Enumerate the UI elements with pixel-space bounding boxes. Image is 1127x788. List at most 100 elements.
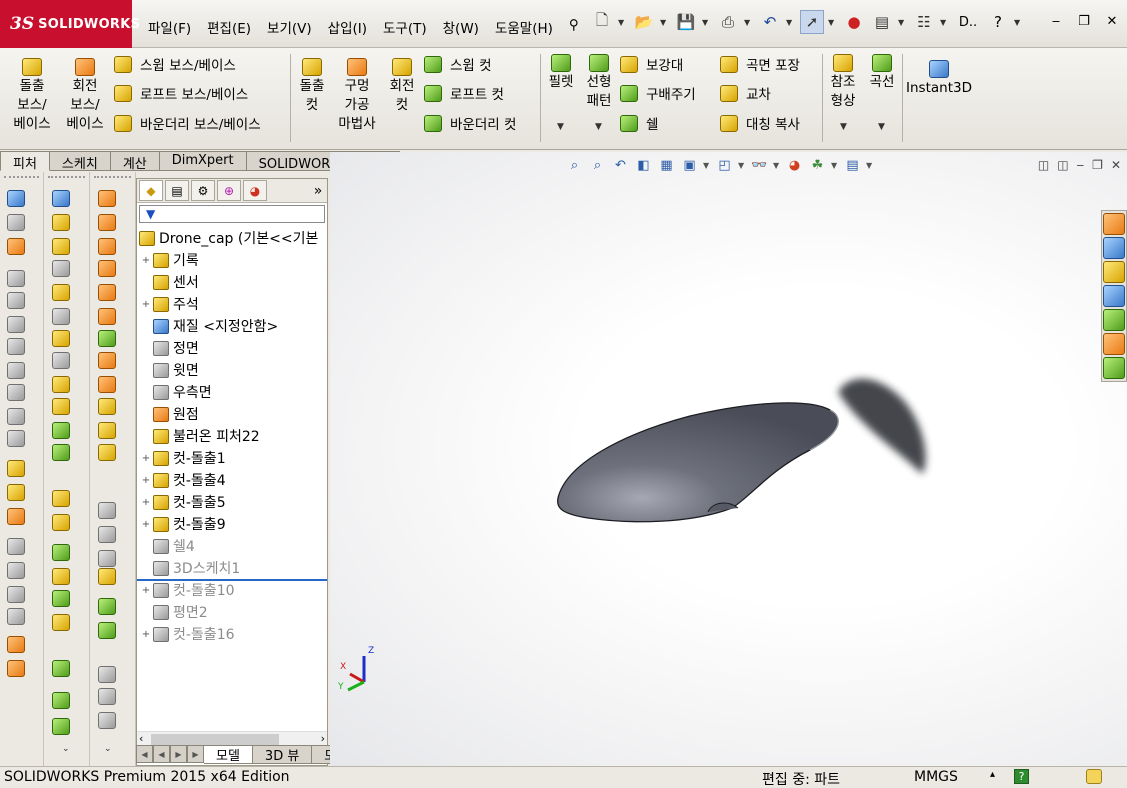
chevron-down-icon[interactable]: ▼ <box>786 18 796 27</box>
menu-help[interactable]: 도움말(H) <box>487 13 561 41</box>
expand-toggle-icon[interactable]: + <box>141 475 151 486</box>
chevron-down-icon[interactable]: ▼ <box>828 18 838 27</box>
delete-hole-icon[interactable] <box>98 550 116 567</box>
linear-pattern-button[interactable]: 선형 패턴 <box>582 54 616 111</box>
propertymanager-tab-icon[interactable]: ▤ <box>165 180 189 201</box>
first-tab-icon[interactable]: ◀ <box>136 745 153 763</box>
knit-surface-icon[interactable] <box>98 398 116 415</box>
display-manager-tab-icon[interactable]: ◕ <box>243 180 267 201</box>
shell-button[interactable]: 쉘 <box>620 113 658 133</box>
custom-properties-icon[interactable] <box>1103 333 1125 355</box>
tree-node[interactable]: + 컷-돌출1 <box>141 447 226 469</box>
tree-node[interactable]: 쉘4 <box>141 535 195 557</box>
menu-tools[interactable]: 도구(T) <box>375 13 435 41</box>
sketch-tool-icon[interactable] <box>7 190 25 207</box>
tree-node[interactable]: 원점 <box>141 403 199 425</box>
tree-node[interactable]: 평면2 <box>141 601 208 623</box>
loft-boss-button[interactable]: 로프트 보스/베이스 <box>114 83 248 103</box>
chevron-down-icon[interactable]: ▼ <box>702 18 712 27</box>
trim-surface-icon[interactable] <box>98 444 116 461</box>
configurationmanager-tab-icon[interactable]: ⚙ <box>191 180 215 201</box>
boundary-cut-button[interactable]: 바운더리 컷 <box>424 113 516 133</box>
menu-edit[interactable]: 편집(E) <box>199 13 259 41</box>
units-arrow-icon[interactable]: ▴ <box>990 769 995 780</box>
toolbar-grip[interactable] <box>48 176 85 182</box>
ref-plane-tool-icon[interactable] <box>52 692 70 709</box>
thicken-icon[interactable] <box>98 422 116 439</box>
sweep-boss-button[interactable]: 스윕 보스/베이스 <box>114 54 236 74</box>
hole-tool-icon[interactable] <box>7 430 25 447</box>
pattern-tool-icon[interactable] <box>52 490 70 507</box>
boundary-tool-icon[interactable] <box>7 338 25 355</box>
menu-insert[interactable]: 삽입(I) <box>320 13 375 41</box>
expand-toggle-icon[interactable]: + <box>141 585 151 596</box>
tree-node[interactable]: 불러온 피처22 <box>141 425 260 447</box>
tree-node[interactable]: + 컷-돌출5 <box>141 491 226 513</box>
curves-dropdown-icon[interactable]: ▼ <box>878 122 885 132</box>
surface-loft-icon[interactable] <box>98 260 116 277</box>
shell-tool-icon-2[interactable] <box>52 398 70 415</box>
cut-revolve-tool-icon[interactable] <box>52 308 70 325</box>
expand-toggle-icon[interactable]: + <box>141 497 151 508</box>
box-view-icon-3[interactable] <box>98 712 116 729</box>
tree-node[interactable]: + 기록 <box>141 249 199 271</box>
last-tab-icon[interactable]: ▶ <box>187 745 204 763</box>
curve-icon-3[interactable] <box>98 622 116 639</box>
tab-model[interactable]: 모델 <box>204 744 253 764</box>
options-icon[interactable]: ☷ <box>912 10 936 34</box>
chevron-down-icon[interactable]: ▼ <box>1014 18 1024 27</box>
surface-boundary-icon[interactable] <box>98 284 116 301</box>
tab-evaluate[interactable]: 계산 <box>110 151 160 172</box>
tree-node[interactable]: + 주석 <box>141 293 199 315</box>
extrude-boss-button[interactable]: 돌출 보스/ 베이스 <box>10 58 54 134</box>
file-properties-icon[interactable]: ▤ <box>870 10 894 34</box>
chevron-down-icon[interactable]: ▼ <box>940 18 950 27</box>
filled-surface-icon[interactable] <box>98 330 116 347</box>
more-surface-tools-chevron-icon[interactable]: ⌄ <box>104 744 112 754</box>
new-document-icon[interactable]: 🗋 <box>590 10 614 34</box>
tab-features[interactable]: 피처 <box>0 151 50 172</box>
instant3d-button[interactable]: Instant3D <box>906 60 972 98</box>
chevron-down-icon[interactable]: ▼ <box>898 18 908 27</box>
boundary-boss-button[interactable]: 바운더리 보스/베이스 <box>114 113 261 133</box>
tree-filter-input[interactable]: ▼ <box>139 205 325 223</box>
expand-toggle-icon[interactable]: + <box>141 299 151 310</box>
curve-tool-icon[interactable] <box>52 718 70 735</box>
toolbar-grip[interactable] <box>94 176 131 182</box>
surface-extrude-icon[interactable] <box>98 190 116 207</box>
fillet-button[interactable]: 필렛 <box>546 54 576 92</box>
delete-face-tool-icon[interactable] <box>7 586 25 603</box>
offset-surface-icon[interactable] <box>98 352 116 369</box>
tree-node[interactable]: + 컷-돌출4 <box>141 469 226 491</box>
planar-surface-icon[interactable] <box>98 308 116 325</box>
file-explorer-icon[interactable] <box>1103 261 1125 283</box>
design-library-icon[interactable] <box>1103 237 1125 259</box>
solidworks-logo[interactable]: 3S SOLIDWORKS <box>0 0 140 48</box>
rib-tool-icon[interactable] <box>52 376 70 393</box>
revolve-tool-icon[interactable] <box>7 270 25 287</box>
3d-sketch-icon[interactable] <box>52 190 70 207</box>
ref-geometry-dropdown-icon[interactable]: ▼ <box>840 122 847 132</box>
menu-file[interactable]: 파일(F) <box>140 13 199 41</box>
ref-plane-icon-3[interactable] <box>98 598 116 615</box>
expand-toggle-icon[interactable]: + <box>141 453 151 464</box>
ruled-surface-icon[interactable] <box>98 376 116 393</box>
deform-tool-icon[interactable] <box>7 660 25 677</box>
feature-tool-icon-b[interactable] <box>7 484 25 501</box>
tree-node[interactable]: 재질 <지정안함> <box>141 315 278 337</box>
expand-toggle-icon[interactable]: + <box>141 519 151 530</box>
hole-wizard-button[interactable]: 구멍 가공 마법사 <box>334 58 380 134</box>
undo-icon[interactable]: ↶ <box>758 10 782 34</box>
menu-window[interactable]: 창(W) <box>435 13 487 41</box>
pin-icon[interactable]: ⚲ <box>561 13 587 41</box>
drone-cap-model[interactable] <box>330 152 1127 766</box>
more-tabs-icon[interactable]: » <box>309 180 327 201</box>
sweep-tool-icon[interactable] <box>7 292 25 309</box>
tree-node[interactable]: 우측면 <box>141 381 212 403</box>
sweep-cut-button[interactable]: 스윕 컷 <box>424 54 492 74</box>
extrude-tool-icon[interactable] <box>52 214 70 231</box>
toolbar-grip[interactable] <box>4 176 39 182</box>
surface-revolve-icon[interactable] <box>98 214 116 231</box>
mirror-tool-icon[interactable] <box>7 408 25 425</box>
restore-icon[interactable]: ❐ <box>1075 14 1093 29</box>
